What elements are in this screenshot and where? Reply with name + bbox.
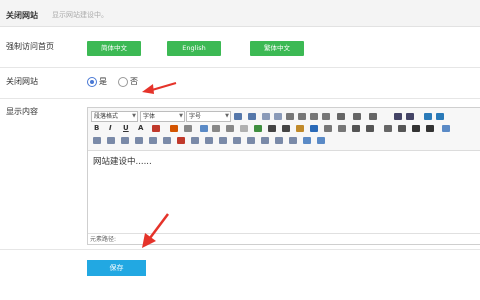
annotation-arrows [142, 82, 177, 248]
arrow-to-save [142, 213, 169, 248]
arrow-to-radio [142, 82, 177, 94]
